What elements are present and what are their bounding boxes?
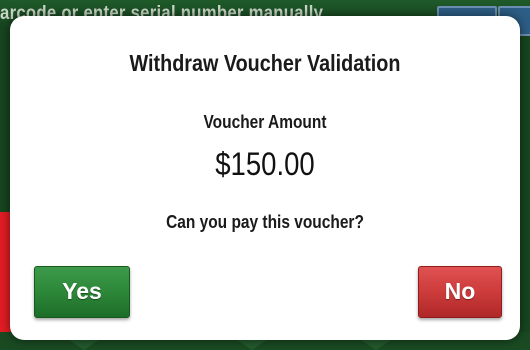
yes-button[interactable]: Yes xyxy=(34,266,130,318)
voucher-amount-value: $150.00 xyxy=(215,146,315,182)
no-button-label: No xyxy=(444,278,476,304)
voucher-amount-label: Voucher Amount xyxy=(203,112,327,132)
voucher-validation-dialog: Withdraw Voucher Validation Voucher Amou… xyxy=(10,16,520,340)
dialog-title: Withdraw Voucher Validation xyxy=(129,50,401,76)
yes-button-label: Yes xyxy=(62,278,102,304)
app-screen: arcode or enter serial number manually W… xyxy=(0,0,530,350)
no-button[interactable]: No xyxy=(418,266,502,318)
pay-voucher-question: Can you pay this voucher? xyxy=(166,212,364,232)
